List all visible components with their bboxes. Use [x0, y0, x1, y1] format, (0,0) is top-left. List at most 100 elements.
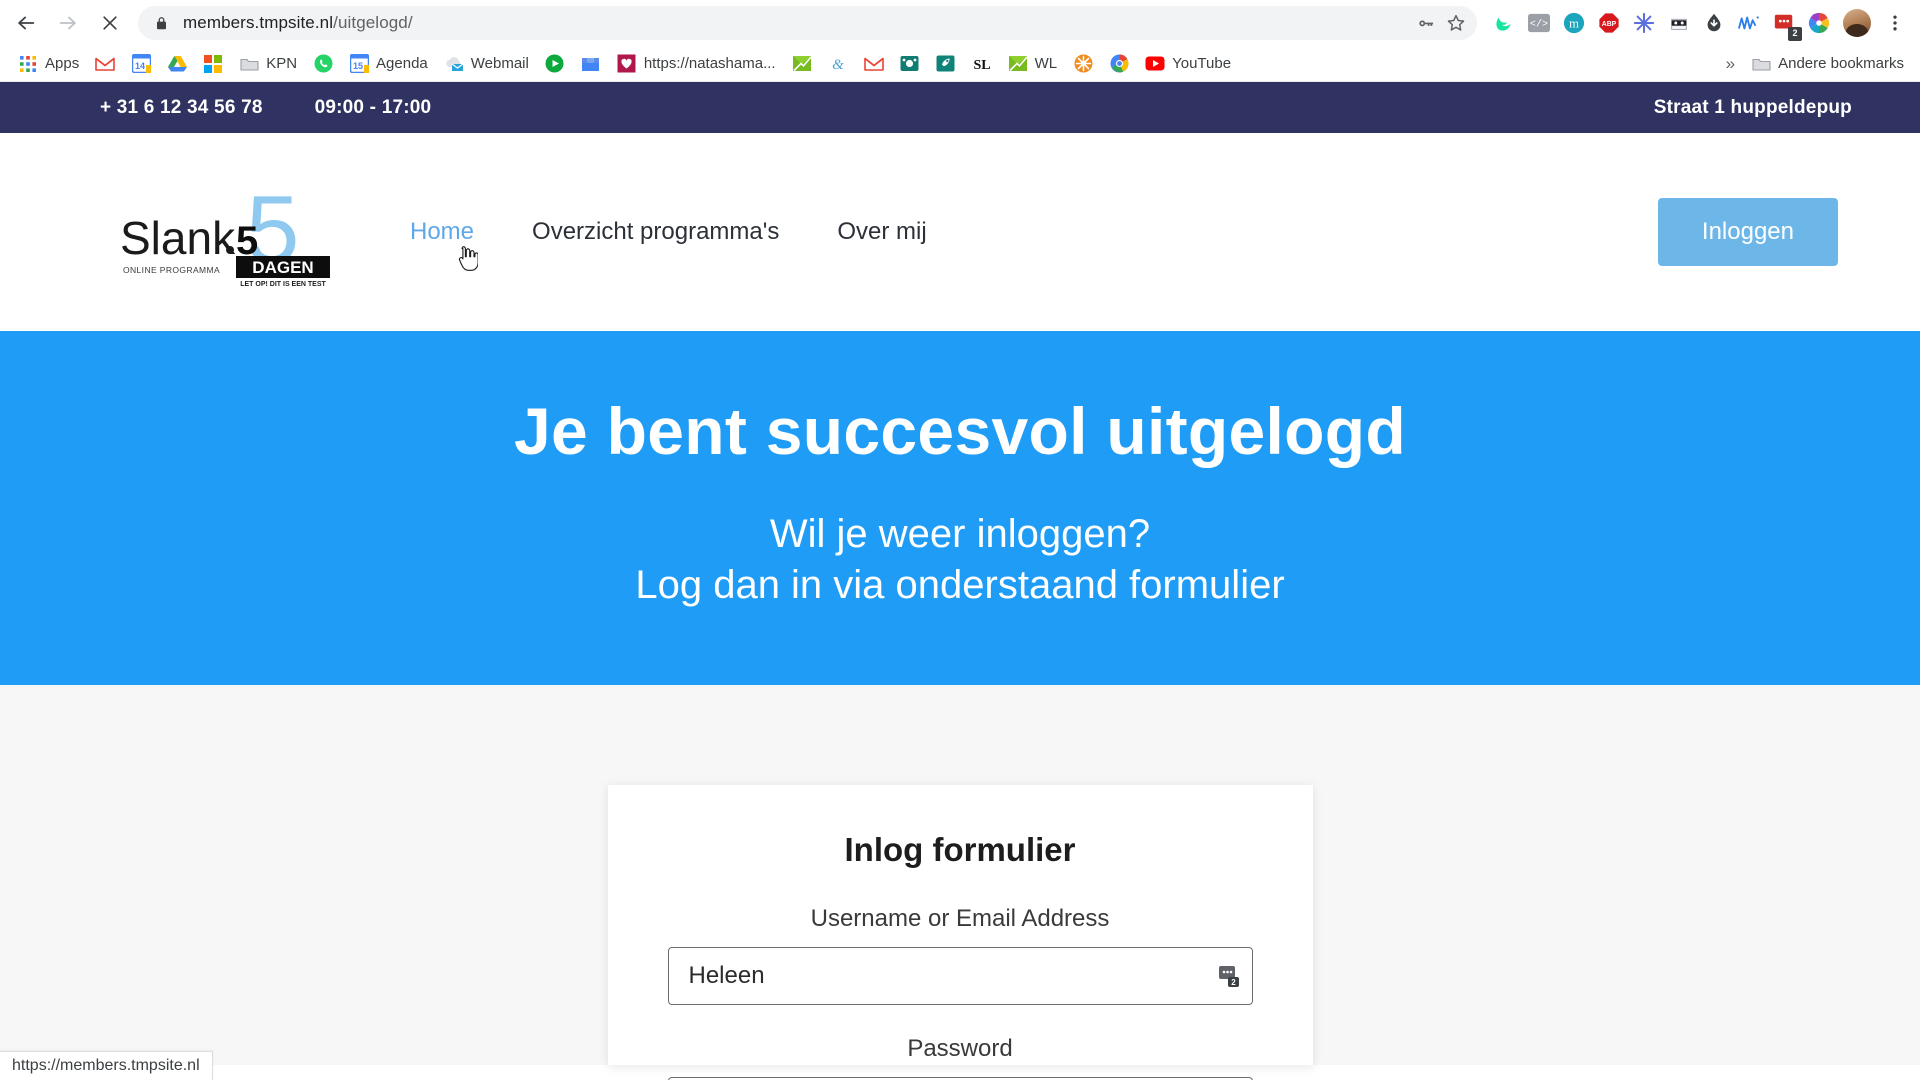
hero-subtext: Wil je weer inloggen? Log dan in via ond… [0, 509, 1920, 611]
bookmark-apps[interactable]: Apps [10, 50, 87, 78]
download-drop-extension-icon[interactable] [1697, 6, 1731, 40]
youtube-icon [1145, 54, 1165, 74]
nav-item-overzicht-programmas[interactable]: Overzicht programma's [532, 218, 779, 246]
topbar-phone[interactable]: + 31 6 12 34 56 78 [100, 97, 263, 119]
gmail-icon [863, 54, 884, 74]
bookmark-chrome[interactable] [1101, 50, 1137, 78]
folder-icon [1751, 54, 1771, 74]
back-button[interactable] [6, 3, 46, 43]
grammarly-extension-icon[interactable] [1487, 6, 1521, 40]
bookmark-script-letter[interactable]: & [820, 50, 856, 78]
mailtrack-extension-icon[interactable]: m [1557, 6, 1591, 40]
play-circle-icon [545, 54, 565, 74]
address-bar[interactable]: members.tmpsite.nl/uitgelogd/ [138, 6, 1477, 40]
bookmark-microsoft[interactable] [195, 50, 231, 78]
username-field-wrap: 2 [667, 947, 1253, 1006]
mouse-cursor-pointer-icon [456, 246, 479, 272]
nav-item-home[interactable]: Home [410, 218, 479, 271]
forward-button[interactable] [48, 3, 88, 43]
bookmark-youtube[interactable]: YouTube [1137, 50, 1239, 78]
bookmark-google-drive[interactable] [159, 50, 195, 78]
privacy-badger-extension-icon[interactable] [1662, 6, 1696, 40]
folder-icon [239, 54, 259, 74]
google-my-business-icon [581, 54, 601, 74]
svg-text:&: & [832, 57, 844, 73]
hero-heading: Je bent succesvol uitgelogd [514, 394, 1406, 468]
bookmark-other-bookmarks[interactable]: Andere bookmarks [1743, 50, 1912, 78]
apps-grid-icon [18, 54, 38, 74]
svg-text:SL: SL [973, 58, 990, 73]
bookmark-orange-flower[interactable] [1065, 50, 1101, 78]
asterisk-extension-icon[interactable] [1627, 6, 1661, 40]
bookmark-natashama[interactable]: https://natashama... [609, 50, 784, 78]
bookmark-camera-teal[interactable] [892, 50, 928, 78]
chrome-circle-icon [1109, 54, 1129, 74]
adblock-plus-extension-icon[interactable]: ABP [1592, 6, 1626, 40]
bookmarks-overflow-button[interactable]: » [1718, 54, 1743, 74]
topbar-address: Straat 1 huppeldepup [1653, 96, 1852, 118]
bookmark-whatsapp[interactable] [305, 50, 341, 78]
orange-flower-icon [1073, 54, 1093, 74]
analytics-wave-extension-icon[interactable] [1732, 6, 1766, 40]
bookmark-google-my-business[interactable] [573, 50, 609, 78]
bookmark-agenda[interactable]: 15 Agenda [341, 50, 436, 78]
main-navigation: Home Overzicht programma's Over mij [410, 218, 927, 271]
bookmark-green-envelope-1[interactable] [784, 50, 820, 78]
save-password-key-icon[interactable] [1411, 8, 1441, 38]
nav-item-home-label: Home [410, 218, 475, 245]
svg-text:LET OP! DIT IS EEN TEST: LET OP! DIT IS EEN TEST [240, 281, 326, 288]
stop-loading-button[interactable] [90, 3, 130, 43]
svg-text:DAGEN: DAGEN [252, 258, 313, 277]
bookmark-star-icon[interactable] [1441, 8, 1471, 38]
green-envelope-icon [1008, 54, 1028, 74]
google-calendar-15-icon: 15 [349, 54, 369, 74]
page-viewport: + 31 6 12 34 56 78 09:00 - 17:00 Straat … [0, 82, 1920, 1080]
bookmark-apps-label: Apps [45, 55, 80, 72]
svg-text:2: 2 [1231, 978, 1236, 987]
hero-subtext-line-2: Log dan in via onderstaand formulier [635, 563, 1285, 608]
username-label: Username or Email Address [810, 905, 1110, 933]
camera-teal-icon [900, 54, 920, 74]
bookmark-webmail-label: Webmail [470, 55, 529, 72]
password-label: Password [907, 1035, 1013, 1063]
url-path: /uitgelogd/ [333, 13, 413, 32]
svg-text:m: m [1569, 17, 1579, 31]
bookmark-natashama-label: https://natashama... [643, 55, 776, 72]
bookmark-gmail-1[interactable] [87, 50, 123, 78]
bookmark-calendar-14[interactable]: 14 [123, 50, 159, 78]
bookmark-webmail[interactable]: Webmail [436, 50, 537, 78]
nav-item-over-mij[interactable]: Over mij [837, 218, 926, 246]
status-bar-link-preview: https://members.tmpsite.nl [0, 1051, 213, 1080]
bookmark-sl[interactable]: SL [964, 50, 1000, 78]
extensions-strip: </> m ABP 2 [1487, 6, 1836, 41]
code-viewer-extension-icon[interactable]: </> [1522, 6, 1556, 40]
bookmark-youtube-label: YouTube [1172, 55, 1232, 72]
url-host: members.tmpsite.nl [183, 13, 334, 32]
bookmark-play-circle[interactable] [537, 50, 573, 78]
browser-toolbar: members.tmpsite.nl/uitgelogd/ </> m ABP [0, 0, 1920, 46]
username-input[interactable] [667, 947, 1253, 1006]
avatar[interactable] [1843, 9, 1871, 37]
bookmark-gmail-2[interactable] [856, 50, 892, 78]
svg-text:14: 14 [135, 61, 145, 71]
lock-icon [154, 16, 169, 31]
bookmark-rocket-teal[interactable] [928, 50, 964, 78]
bookmark-wl[interactable]: WL [1000, 50, 1066, 78]
bookmark-kpn-label: KPN [266, 55, 298, 72]
google-drive-icon [167, 54, 187, 74]
whatsapp-icon [313, 54, 333, 74]
svg-text:ABP: ABP [1602, 21, 1617, 28]
bookmark-agenda-label: Agenda [376, 55, 428, 72]
three-dot-menu-icon[interactable] [1878, 6, 1912, 40]
login-button[interactable]: Inloggen [1657, 198, 1838, 266]
sl-serif-icon: SL [972, 54, 992, 74]
color-wheel-extension-icon[interactable] [1802, 6, 1836, 40]
site-logo[interactable]: 5 Slank 5 DAGEN ONLINE PROGRAMMA LET OP!… [118, 172, 348, 292]
bookmark-kpn[interactable]: KPN [231, 50, 305, 78]
lastpass-fill-icon[interactable]: 2 [1217, 964, 1241, 988]
lastpass-extension-icon[interactable]: 2 [1767, 6, 1802, 41]
back-arrow-icon [15, 12, 37, 34]
forward-arrow-icon [57, 12, 79, 34]
topbar-hours: 09:00 - 17:00 [314, 96, 432, 118]
bookmark-wl-label: WL [1034, 55, 1058, 72]
